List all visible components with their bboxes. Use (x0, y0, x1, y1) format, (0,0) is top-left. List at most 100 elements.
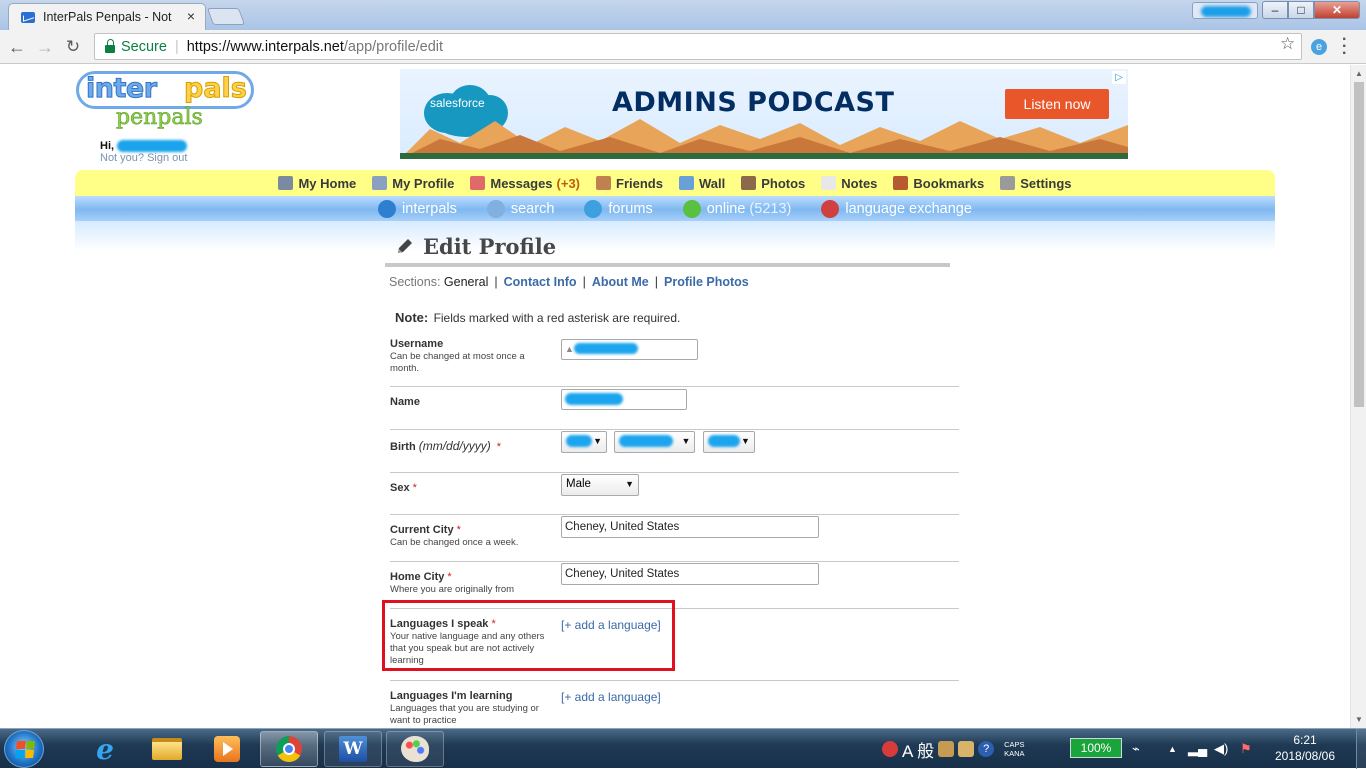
power-plug-icon[interactable]: ⌁ (1132, 741, 1140, 757)
sex-select[interactable]: Male ▼ (561, 474, 639, 496)
nav-wall[interactable]: Wall (678, 176, 725, 191)
nav-bookmarks[interactable]: Bookmarks (893, 176, 984, 191)
reload-icon[interactable]: ↻ (62, 36, 84, 58)
required-asterisk: * (412, 482, 417, 494)
extension-icon[interactable]: e (1311, 39, 1327, 55)
redacted-username (117, 140, 188, 153)
add-learning-language-link[interactable]: [+ add a language] (561, 690, 661, 704)
taskbar-file-explorer[interactable] (138, 731, 196, 767)
nav-label: language exchange (845, 200, 972, 217)
speech-bubble-icon (584, 199, 603, 218)
volume-icon[interactable]: ◀) (1214, 741, 1228, 757)
scroll-thumb[interactable] (1354, 82, 1364, 407)
edit-profile-panel: Edit Profile Sections: General | Contact I… (385, 231, 965, 726)
birth-month-select[interactable]: ▼ (561, 431, 607, 453)
advertisement-banner[interactable]: salesforce ADMINS PODCAST Listen now ▷ (400, 69, 1128, 159)
nav-messages[interactable]: Messages (+3) (470, 176, 580, 191)
home-city-input[interactable]: Cheney, United States (561, 563, 819, 585)
tab-title: InterPals Penpals - Not (43, 10, 172, 24)
help-icon[interactable]: ? (978, 741, 995, 757)
birth-format-hint: (mm/dd/yyyy) (418, 439, 491, 453)
nav-search[interactable]: search (486, 199, 554, 218)
dropdown-arrow-icon: ▼ (681, 436, 691, 446)
taskbar-word[interactable]: W (324, 731, 382, 767)
taskbar-internet-explorer[interactable]: e (76, 731, 134, 767)
nav-interpals[interactable]: interpals (378, 199, 457, 218)
redacted-username-value (573, 343, 638, 355)
battery-indicator[interactable]: 100% (1070, 738, 1122, 758)
name-input[interactable] (561, 389, 687, 410)
taskbar-media-player[interactable] (198, 731, 256, 767)
taskbar-chrome[interactable] (260, 731, 318, 767)
browser-profile-button[interactable] (1192, 2, 1258, 19)
section-profile-photos[interactable]: Profile Photos (664, 275, 749, 289)
start-button[interactable] (4, 730, 44, 768)
page-title: Edit Profile (385, 231, 965, 261)
window-close-button[interactable]: ✕ (1314, 1, 1360, 19)
window-minimize-button[interactable]: – (1262, 1, 1288, 19)
back-arrow-icon[interactable]: ← (6, 36, 28, 58)
windows-logo-icon (15, 741, 35, 758)
nav-photos[interactable]: Photos (741, 176, 805, 191)
nav-notes[interactable]: Notes (821, 176, 877, 191)
lock-icon (105, 38, 115, 53)
current-city-input[interactable]: Cheney, United States (561, 516, 819, 538)
window-maximize-button[interactable]: □ (1288, 1, 1314, 19)
system-tray: A 般 ? CAPS KANA (880, 729, 1033, 769)
logo-inter-text: inter (86, 73, 158, 105)
show-desktop-button[interactable] (1356, 729, 1366, 769)
form-row-username: Username Can be changed at most once a m… (390, 338, 959, 387)
ime-tools-icon[interactable] (958, 741, 975, 757)
page-scrollbar[interactable]: ▲ ▼ (1350, 65, 1366, 728)
show-hidden-icons-icon[interactable]: ▲ (1168, 744, 1177, 754)
scroll-up-arrow-icon[interactable]: ▲ (1355, 69, 1363, 78)
ime-mode-indicator[interactable]: A 般 (902, 737, 934, 762)
new-tab-button[interactable] (206, 8, 246, 25)
user-icon: ▲ (565, 344, 574, 354)
interpals-logo[interactable]: inter pals penpals (76, 71, 256, 135)
dropdown-arrow-icon: ▼ (740, 436, 750, 446)
section-about-me[interactable]: About Me (592, 275, 649, 289)
logo-pals-text: pals (184, 73, 248, 105)
forward-arrow-icon[interactable]: → (34, 36, 56, 58)
dropdown-arrow-icon: ▼ (625, 479, 634, 489)
nav-forums[interactable]: forums (584, 199, 653, 218)
bookmark-star-icon[interactable]: ☆ (1280, 34, 1295, 54)
nav-settings[interactable]: Settings (1000, 176, 1072, 191)
online-icon (682, 199, 701, 218)
nav-online[interactable]: online (5213) (682, 199, 791, 218)
username-input[interactable]: ▲ (561, 339, 698, 360)
taskbar-paint[interactable] (386, 731, 444, 767)
nav-my-home[interactable]: My Home (278, 176, 356, 191)
language-bar-icon[interactable] (882, 741, 898, 757)
settings-icon (1000, 176, 1016, 190)
windows-taskbar: e W A 般 ? CAPS KANA 100% ⌁ ▲ ▂▄ ◀) ⚑ 6:21… (0, 728, 1366, 769)
nav-label: My Profile (392, 175, 455, 191)
folder-icon (152, 738, 182, 760)
nav-language-exchange[interactable]: language exchange (821, 199, 972, 218)
search-icon (486, 199, 505, 218)
browser-menu-icon[interactable]: · · · (1342, 32, 1347, 62)
browser-tab-interpals[interactable]: InterPals Penpals - Not × (8, 3, 206, 30)
name-label: Name (390, 396, 420, 408)
system-clock[interactable]: 6:21 2018/08/06 (1265, 732, 1345, 764)
scroll-down-arrow-icon[interactable]: ▼ (1355, 715, 1363, 724)
username-label: Username (390, 338, 444, 350)
sign-out-link[interactable]: Not you? Sign out (100, 152, 187, 164)
action-center-flag-icon[interactable]: ⚑ (1240, 741, 1252, 757)
nav-friends[interactable]: Friends (596, 176, 663, 191)
sex-label: Sex * (390, 482, 417, 494)
address-bar[interactable]: Secure | https://www.interpals.net/app/p… (94, 33, 1302, 60)
sections-nav: Sections: General | Contact Info | About Me |… (389, 275, 749, 289)
section-general[interactable]: General (444, 275, 488, 289)
nav-my-profile[interactable]: My Profile (372, 176, 454, 191)
birth-year-select[interactable]: ▼ (702, 431, 755, 453)
adchoices-icon[interactable]: ▷ (1112, 71, 1126, 84)
ad-listen-now-button[interactable]: Listen now (1005, 89, 1109, 119)
tab-close-icon[interactable]: × (187, 8, 195, 24)
birth-day-select[interactable]: ▼ (614, 431, 696, 453)
section-contact-info[interactable]: Contact Info (504, 275, 577, 289)
network-signal-icon[interactable]: ▂▄ (1188, 741, 1207, 757)
ime-dictionary-icon[interactable] (938, 741, 955, 757)
form-row-languages-learning: Languages I'm learning Languages that yo… (390, 690, 959, 728)
